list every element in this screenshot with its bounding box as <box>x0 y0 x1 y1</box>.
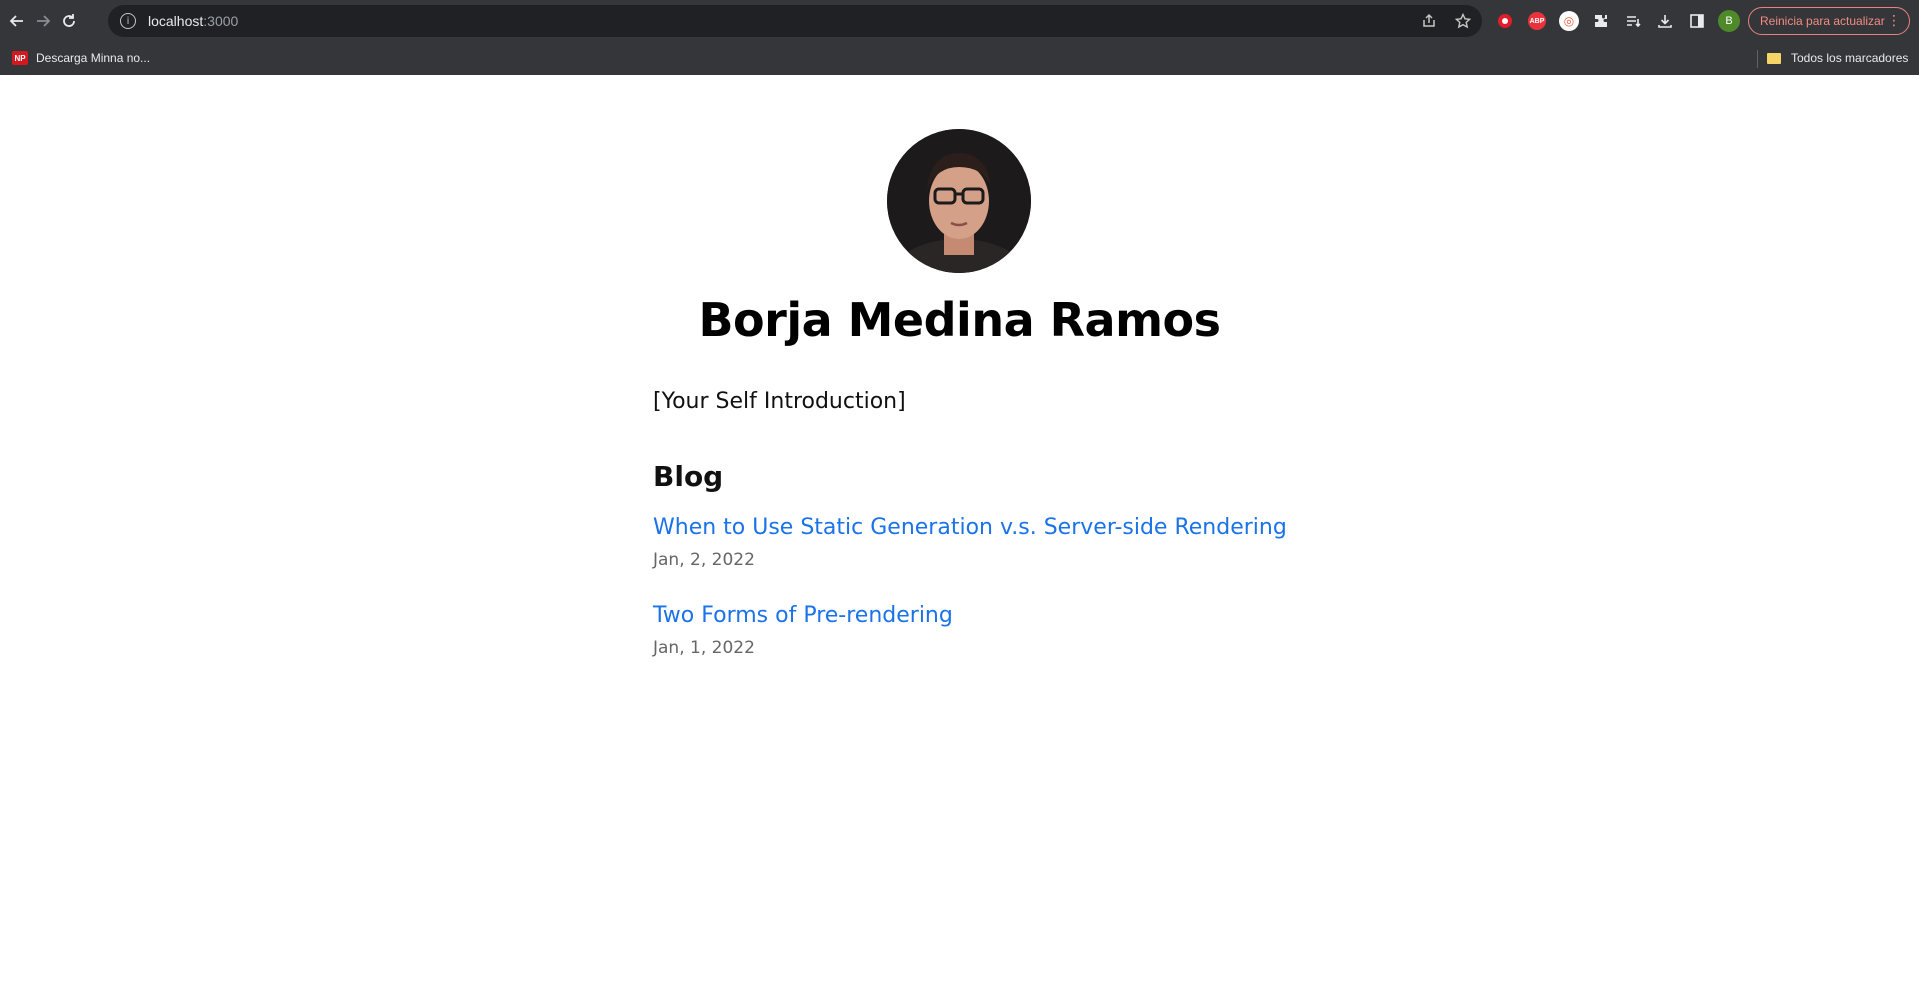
forward-button[interactable] <box>30 8 56 34</box>
restart-to-update-button[interactable]: Reinicia para actualizar ⋮ <box>1748 7 1910 35</box>
blog-post-item: Two Forms of Pre-rendering Jan, 1, 2022 <box>653 603 953 658</box>
puzzle-icon[interactable] <box>1590 10 1612 32</box>
address-bar[interactable]: i localhost:3000 <box>108 5 1482 37</box>
info-icon[interactable]: i <box>120 13 136 29</box>
avatar: B <box>1718 10 1740 32</box>
page-title: Borja Medina Ramos <box>698 293 1221 347</box>
reload-icon <box>63 14 75 27</box>
back-button[interactable] <box>4 8 30 34</box>
bookmark-label: Descarga Minna no... <box>36 51 151 65</box>
url-host: localhost <box>148 13 204 29</box>
reload-button[interactable] <box>56 8 82 34</box>
extensions-area: ABP ◎ B <box>1494 8 1740 34</box>
download-icon[interactable] <box>1654 10 1676 32</box>
profile-button[interactable]: B <box>1718 10 1740 32</box>
blog-post-link[interactable]: When to Use Static Generation v.s. Serve… <box>653 515 1287 540</box>
bookmarks-bar: NP Descarga Minna no... Todos los marcad… <box>0 42 1919 76</box>
arrow-left-icon <box>9 15 23 27</box>
np-logo-icon: NP <box>12 51 28 65</box>
blog-heading: Blog <box>653 460 724 493</box>
bookmarks-divider <box>1757 50 1758 68</box>
all-bookmarks-button[interactable]: Todos los marcadores <box>1767 48 1908 68</box>
blog-post-item: When to Use Static Generation v.s. Serve… <box>653 515 1287 570</box>
blog-post-date: Jan, 1, 2022 <box>653 638 755 658</box>
folder-icon <box>1767 52 1781 64</box>
capture-extension-icon[interactable]: ◎ <box>1558 10 1580 32</box>
share-icon[interactable] <box>1420 12 1438 30</box>
blog-post-link[interactable]: Two Forms of Pre-rendering <box>653 603 953 628</box>
browser-toolbar: i localhost:3000 ABP ◎ B Reinicia para a… <box>0 0 1919 42</box>
record-extension-icon[interactable] <box>1494 10 1516 32</box>
arrow-right-icon <box>37 15 51 27</box>
page-content: Borja Medina Ramos [Your Self Introducti… <box>0 75 1919 1004</box>
profile-photo <box>887 129 1031 273</box>
side-panel-icon[interactable] <box>1686 10 1708 32</box>
reading-list-icon[interactable] <box>1622 10 1644 32</box>
more-vertical-icon: ⋮ <box>1887 12 1901 28</box>
bookmark-item[interactable]: NP Descarga Minna no... <box>12 48 150 68</box>
url-port: :3000 <box>203 13 239 29</box>
all-bookmarks-label: Todos los marcadores <box>1791 51 1909 65</box>
star-icon[interactable] <box>1454 12 1472 30</box>
blog-post-date: Jan, 2, 2022 <box>653 550 755 570</box>
update-button-label: Reinicia para actualizar <box>1760 14 1885 28</box>
adblock-extension-icon[interactable]: ABP <box>1526 10 1548 32</box>
url-text[interactable]: localhost:3000 <box>148 13 238 29</box>
self-introduction: [Your Self Introduction] <box>653 389 906 414</box>
